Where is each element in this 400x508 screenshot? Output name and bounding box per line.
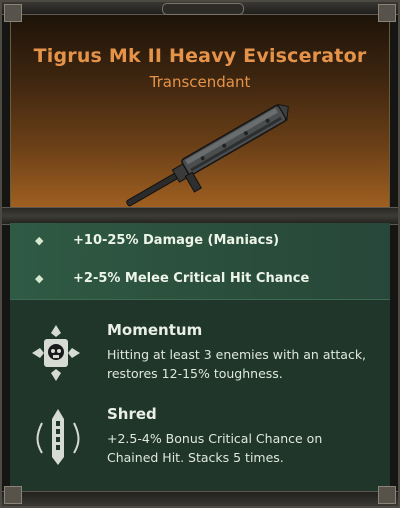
corner-ornament [4, 4, 22, 22]
item-rarity: Transcendant [149, 73, 251, 91]
frame-top-trim [2, 2, 398, 15]
perk-description: Hitting at least 3 enemies with an attac… [107, 347, 367, 381]
chainblade-icon [36, 409, 80, 465]
corner-ornament [378, 486, 396, 504]
perk-name: Momentum [107, 321, 203, 339]
stat-row: ◆ +2-5% Melee Critical Hit Chance [10, 261, 390, 300]
corner-ornament [4, 486, 22, 504]
item-tooltip-card: Tigrus Mk II Heavy Eviscerator Transcend… [0, 0, 400, 508]
stat-text: +10-25% Damage (Maniacs) [73, 233, 280, 248]
item-name: Tigrus Mk II Heavy Eviscerator [33, 45, 367, 67]
corner-ornament [378, 4, 396, 22]
perk-name: Shred [107, 405, 157, 423]
perk-description: +2.5-4% Bonus Critical Chance on Chained… [107, 431, 323, 465]
eviscerator-weapon-image [126, 103, 289, 207]
stat-row: ◆ +10-25% Damage (Maniacs) [10, 223, 390, 262]
perk-momentum: Momentum Hitting at least 3 enemies with… [10, 315, 390, 395]
item-header: Tigrus Mk II Heavy Eviscerator Transcend… [10, 12, 390, 218]
item-details-panel: ◆ +10-25% Damage (Maniacs) ◆ +2-5% Melee… [10, 223, 390, 492]
stat-text: +2-5% Melee Critical Hit Chance [73, 271, 310, 286]
perk-shred: Shred +2.5-4% Bonus Critical Chance on C… [10, 399, 390, 479]
diamond-bullet-icon: ◆ [35, 272, 44, 285]
skull-icon [32, 325, 80, 381]
frame-bottom-trim [2, 491, 398, 506]
top-ornament [162, 3, 244, 15]
diamond-bullet-icon: ◆ [35, 234, 44, 247]
